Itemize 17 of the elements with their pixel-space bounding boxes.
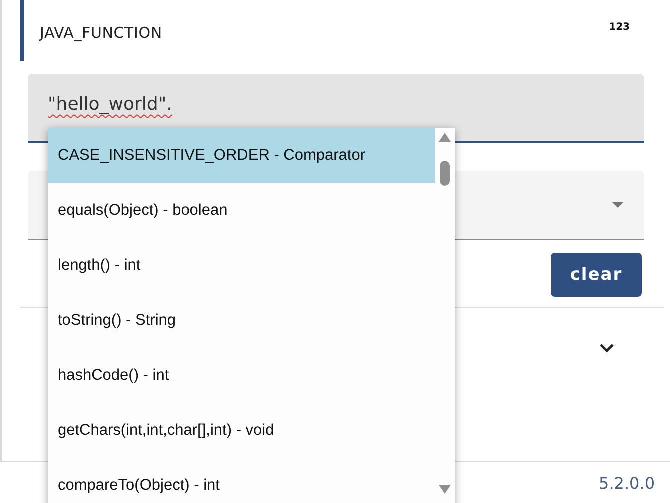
suggestion-item[interactable]: compareTo(Object) - int	[48, 458, 435, 503]
scrollbar-thumb[interactable]	[440, 161, 450, 186]
dropdown-caret-icon	[612, 202, 624, 208]
scroll-up-icon[interactable]	[439, 133, 451, 142]
suggestion-item[interactable]: equals(Object) - boolean	[48, 183, 435, 238]
version-label: 5.2.0.0	[599, 474, 655, 493]
suggestion-item[interactable]: hashCode() - int	[48, 348, 435, 403]
chevron-icon[interactable]	[600, 344, 614, 352]
panel-title: JAVA_FUNCTION	[40, 24, 164, 42]
suggestion-item[interactable]: length() - int	[48, 238, 435, 293]
accent-bar	[20, 0, 24, 61]
clear-button[interactable]: clear	[551, 253, 642, 297]
suggestion-item[interactable]: getChars(int,int,char[],int) - void	[48, 403, 435, 458]
scroll-down-icon[interactable]	[439, 485, 451, 494]
suggestion-item[interactable]: toString() - String	[48, 293, 435, 348]
type-label: 123	[609, 22, 630, 33]
suggestion-item[interactable]: CASE_INSENSITIVE_ORDER - Comparator	[48, 128, 435, 183]
